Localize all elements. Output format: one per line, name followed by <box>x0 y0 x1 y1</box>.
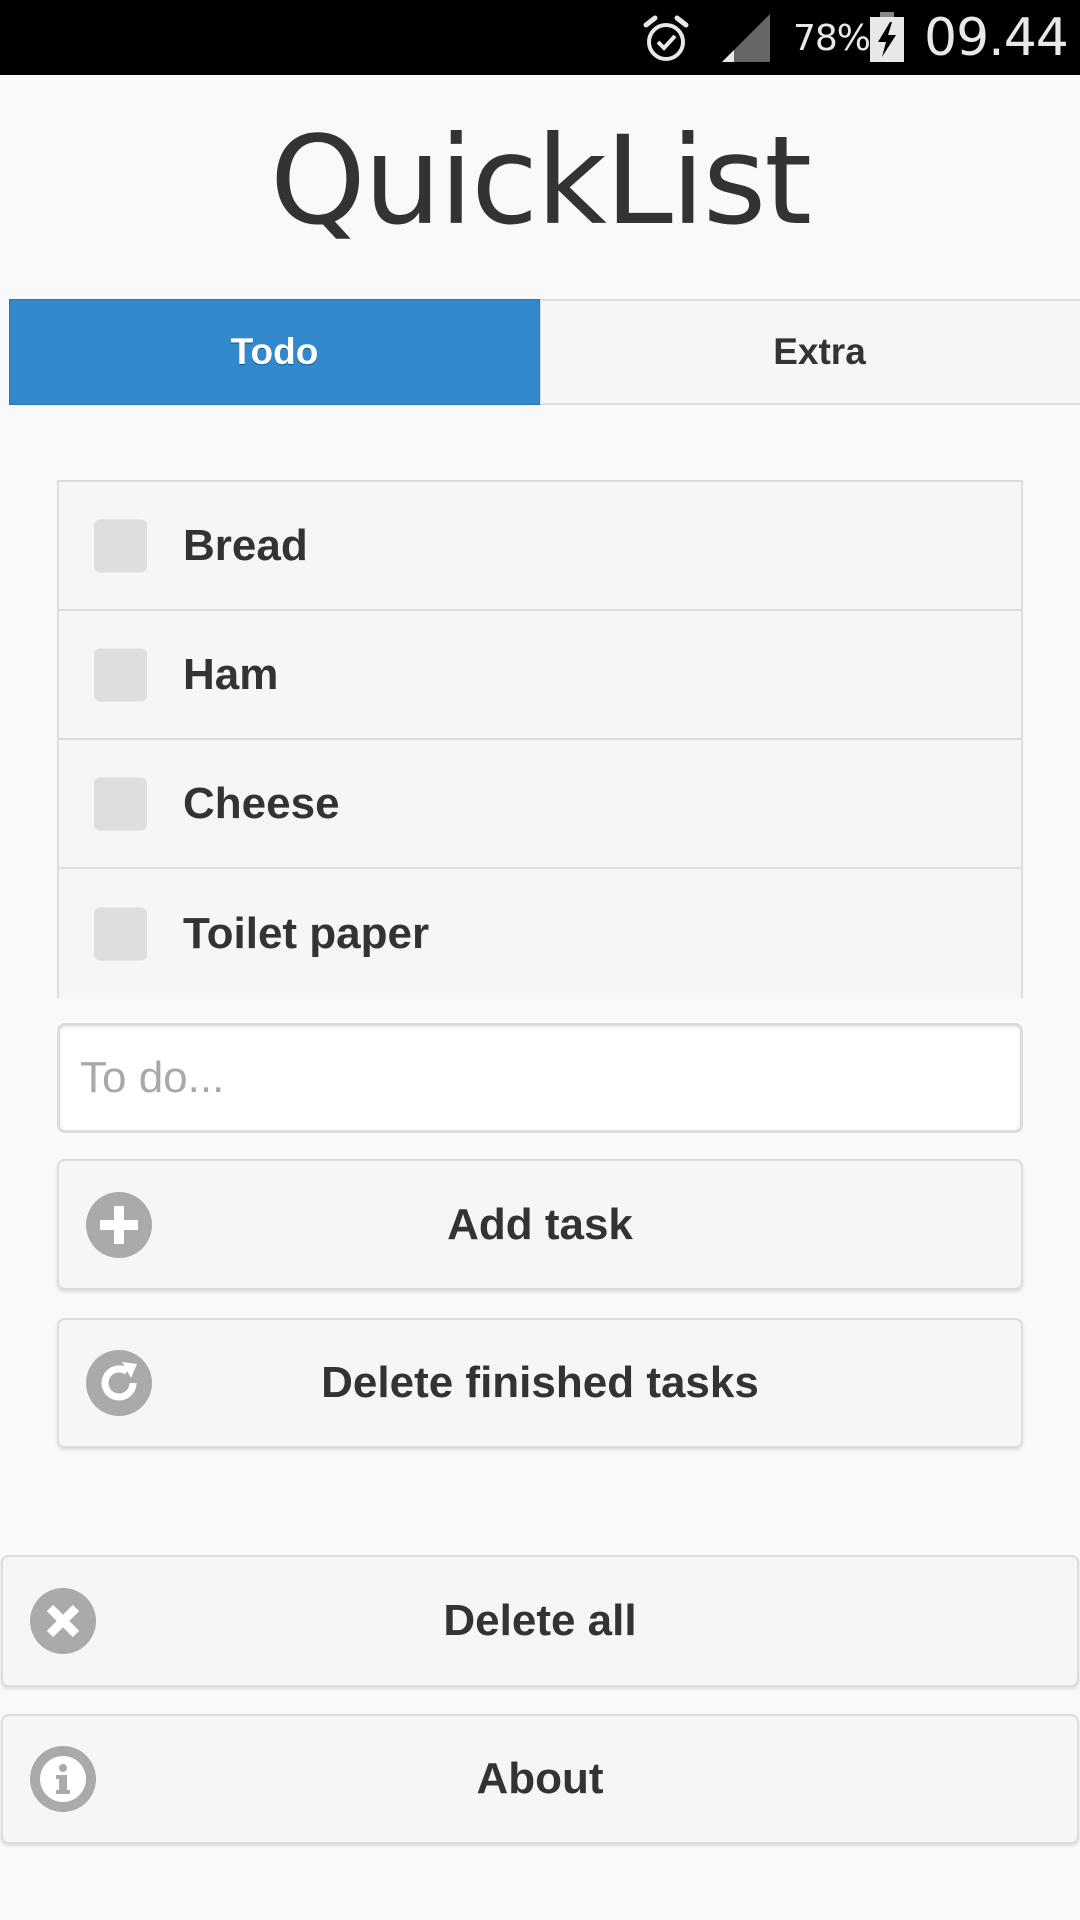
info-icon <box>30 1746 96 1812</box>
task-checkbox[interactable] <box>94 777 147 830</box>
task-label: Bread <box>183 520 308 570</box>
delete-all-button[interactable]: Delete all <box>1 1555 1079 1687</box>
task-item[interactable]: Bread <box>59 482 1021 611</box>
task-checkbox[interactable] <box>94 907 147 960</box>
delete-finished-button[interactable]: Delete finished tasks <box>57 1318 1023 1448</box>
status-time: 09.44 <box>924 8 1069 68</box>
about-label: About <box>476 1754 604 1803</box>
refresh-icon <box>86 1350 152 1416</box>
about-button[interactable]: About <box>1 1714 1079 1844</box>
task-item[interactable]: Cheese <box>59 740 1021 869</box>
delete-all-label: Delete all <box>443 1596 637 1645</box>
task-checkbox[interactable] <box>94 648 147 701</box>
tab-todo[interactable]: Todo <box>9 299 540 405</box>
task-checkbox[interactable] <box>94 519 147 572</box>
task-item[interactable]: Toilet paper <box>59 869 1021 998</box>
battery-charging-icon <box>870 12 904 62</box>
alarm-icon <box>643 15 689 61</box>
add-task-button[interactable]: Add task <box>57 1159 1023 1290</box>
task-item[interactable]: Ham <box>59 611 1021 740</box>
task-list: Bread Ham Cheese Toilet paper <box>57 480 1023 998</box>
status-bar: 78% 09.44 <box>0 0 1080 75</box>
delete-finished-label: Delete finished tasks <box>321 1358 759 1407</box>
signal-icon <box>722 14 770 62</box>
battery-percent: 78% <box>793 18 871 59</box>
task-label: Toilet paper <box>183 908 430 958</box>
add-task-label: Add task <box>447 1199 633 1249</box>
close-icon <box>30 1588 96 1654</box>
app-title: QuickList <box>269 110 812 252</box>
plus-icon <box>86 1191 152 1258</box>
tab-bar: Todo Extra <box>9 299 1080 407</box>
todo-input[interactable] <box>57 1023 1023 1133</box>
task-label: Cheese <box>183 778 340 828</box>
task-label: Ham <box>183 649 279 699</box>
tab-extra[interactable]: Extra <box>540 299 1080 405</box>
